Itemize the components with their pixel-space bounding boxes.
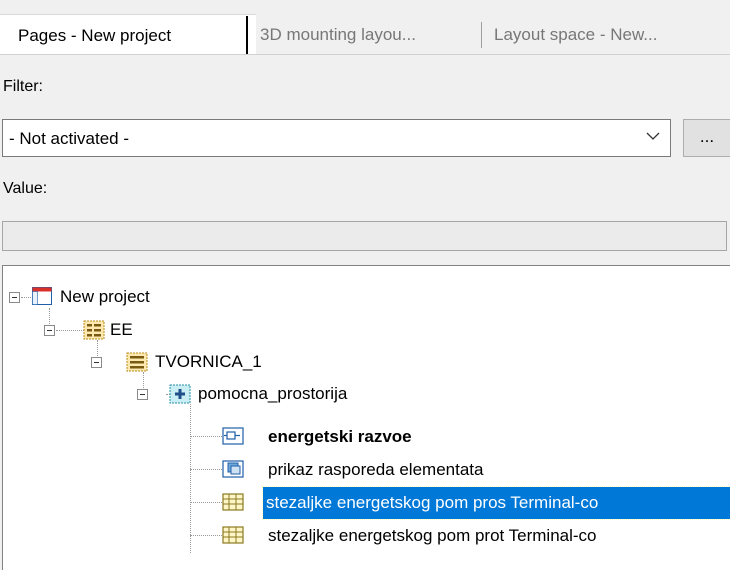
page-schematic-icon: [222, 427, 244, 445]
collapse-toggle[interactable]: [9, 292, 20, 303]
tab-bar: Pages - New project 3D mounting layou...…: [0, 0, 730, 55]
structure-icon: [126, 352, 148, 372]
collapse-toggle[interactable]: [91, 357, 102, 368]
collapse-toggle[interactable]: [137, 389, 148, 400]
value-label: Value:: [3, 180, 48, 197]
value-field: [2, 221, 727, 251]
tree-node-label: EE: [110, 320, 133, 339]
tree-node-page-selected[interactable]: stezaljke energetskog pom pros Terminal-…: [3, 486, 730, 520]
tree-node-pomocna-prostorija[interactable]: pomocna_prostorija: [3, 378, 729, 410]
tree-node-page[interactable]: energetski razvoe: [3, 421, 729, 453]
page-tree[interactable]: New project EE TVORNICA_1 pomocna_prosto…: [2, 265, 730, 570]
collapse-toggle[interactable]: [44, 325, 55, 336]
tree-node-label: stezaljke energetskog pom prot Terminal-…: [268, 526, 597, 545]
tree-node-page[interactable]: prikaz rasporeda elementata: [3, 454, 729, 486]
filter-label: Filter:: [3, 78, 43, 95]
tab-divider: [0, 54, 730, 55]
tree-node-label: pomocna_prostorija: [198, 384, 348, 403]
tree-node-label: stezaljke energetskog pom pros Terminal-…: [262, 486, 730, 520]
chevron-down-icon: [646, 132, 660, 140]
tab-layout-space[interactable]: Layout space - New...: [482, 14, 730, 54]
tree-node-label: prikaz rasporeda elementata: [268, 460, 484, 479]
tree-node-label: TVORNICA_1: [155, 352, 262, 371]
location-icon: [169, 384, 191, 404]
filter-selected-value: - Not activated -: [9, 129, 129, 148]
tree-node-page[interactable]: stezaljke energetskog pom prot Terminal-…: [3, 520, 729, 552]
tree-node-project[interactable]: New project: [3, 281, 729, 313]
structure-icon: [83, 320, 105, 340]
page-table-icon: [222, 526, 244, 544]
filter-more-button[interactable]: ...: [683, 119, 730, 157]
project-icon: [32, 287, 52, 305]
tree-node-label: New project: [60, 287, 150, 306]
tree-node-label: energetski razvoe: [268, 427, 412, 446]
tab-3d-mounting-layout[interactable]: 3D mounting layou...: [248, 14, 502, 54]
page-layout-icon: [222, 460, 244, 478]
filter-dropdown[interactable]: - Not activated -: [2, 119, 671, 157]
page-table-icon: [222, 493, 244, 511]
tab-pages[interactable]: Pages - New project: [0, 14, 256, 55]
tree-node-tvornica[interactable]: TVORNICA_1: [3, 346, 729, 378]
tree-node-ee[interactable]: EE: [3, 314, 729, 346]
